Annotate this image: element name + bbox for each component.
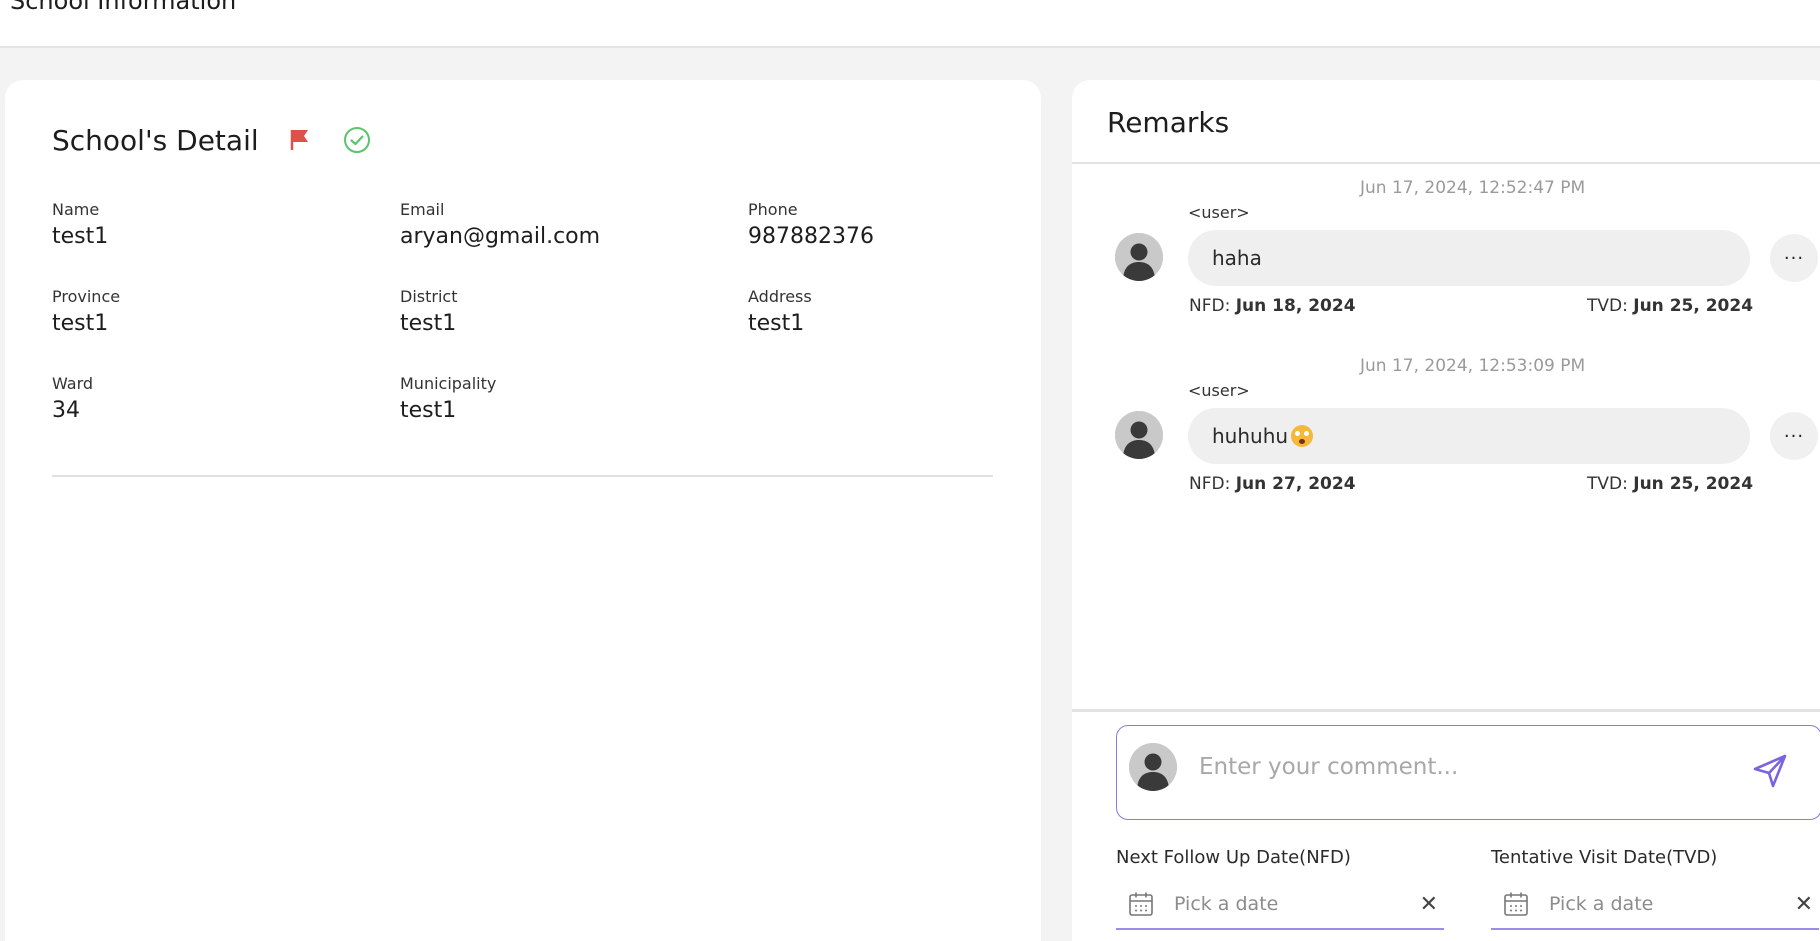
nfd-date-placeholder: Pick a date xyxy=(1174,893,1279,915)
field-label: Phone xyxy=(748,200,798,219)
comment-divider xyxy=(1072,709,1820,712)
tvd-label: TVD: xyxy=(1587,474,1628,494)
field-value: test1 xyxy=(52,311,109,336)
remark-timestamp: Jun 17, 2024, 12:53:09 PM xyxy=(1360,356,1586,376)
school-detail-title: School's Detail xyxy=(52,123,259,157)
field-district: District test1 xyxy=(400,287,457,339)
field-label: Municipality xyxy=(400,374,497,393)
avatar xyxy=(1115,411,1163,459)
remark-item: Jun 17, 2024, 12:52:47 PM <user> haha ··… xyxy=(1072,178,1820,338)
nfd-date-picker[interactable]: Pick a date ✕ xyxy=(1116,880,1444,930)
field-municipality: Municipality test1 xyxy=(400,374,496,426)
remarks-title: Remarks xyxy=(1107,106,1230,139)
field-value: test1 xyxy=(400,398,457,423)
avatar xyxy=(1129,743,1177,791)
avatar xyxy=(1115,233,1163,281)
tvd-value: Jun 25, 2024 xyxy=(1633,296,1754,316)
field-value: 987882376 xyxy=(748,224,874,249)
field-label: Ward xyxy=(52,374,94,393)
flushed-face-emoji-icon xyxy=(1291,425,1314,447)
clear-icon[interactable]: ✕ xyxy=(1795,892,1813,917)
field-value: test1 xyxy=(400,311,457,336)
remark-bubble: huhuhu xyxy=(1188,408,1750,464)
field-province: Province test1 xyxy=(52,287,120,339)
field-label: Address xyxy=(748,287,812,306)
field-name: Name test1 xyxy=(52,200,108,252)
remark-text: haha xyxy=(1212,246,1262,270)
nfd-value: Jun 18, 2024 xyxy=(1235,296,1356,316)
section-divider xyxy=(52,475,993,477)
field-phone: Phone 987882376 xyxy=(748,200,874,252)
field-address: Address test1 xyxy=(748,287,812,339)
field-value: test1 xyxy=(52,224,109,249)
field-label: District xyxy=(400,287,458,306)
school-detail-card: School's Detail Name test1 Email aryan@g… xyxy=(5,80,1041,941)
field-value: test1 xyxy=(748,311,805,336)
nfd-field-label: Next Follow Up Date(NFD) xyxy=(1116,847,1351,868)
remark-timestamp: Jun 17, 2024, 12:52:47 PM xyxy=(1360,178,1586,198)
remark-tvd: TVD: Jun 25, 2024 xyxy=(1587,296,1753,316)
remark-more-button[interactable]: ··· xyxy=(1770,412,1818,460)
tvd-label: TVD: xyxy=(1587,296,1628,316)
remark-tvd: TVD: Jun 25, 2024 xyxy=(1587,474,1753,494)
remark-bubble: haha xyxy=(1188,230,1750,286)
comment-box xyxy=(1116,725,1820,820)
field-value: aryan@gmail.com xyxy=(400,224,601,249)
remarks-divider xyxy=(1072,162,1820,164)
tvd-field-label: Tentative Visit Date(TVD) xyxy=(1491,847,1718,868)
comment-input[interactable] xyxy=(1199,748,1739,786)
page-title: School Information xyxy=(10,0,237,15)
clear-icon[interactable]: ✕ xyxy=(1420,892,1438,917)
field-email: Email aryan@gmail.com xyxy=(400,200,600,252)
remarks-card: Remarks Jun 17, 2024, 12:52:47 PM <user>… xyxy=(1072,80,1820,941)
field-label: Name xyxy=(52,200,100,219)
nfd-label: NFD: xyxy=(1189,296,1231,316)
nfd-label: NFD: xyxy=(1189,474,1231,494)
tvd-value: Jun 25, 2024 xyxy=(1633,474,1754,494)
field-label: Province xyxy=(52,287,121,306)
remark-item: Jun 17, 2024, 12:53:09 PM <user> huhuhu … xyxy=(1072,356,1820,516)
remark-text: huhuhu xyxy=(1212,424,1289,448)
calendar-icon xyxy=(1128,891,1154,917)
remark-user: <user> xyxy=(1188,381,1250,400)
remark-nfd: NFD: Jun 18, 2024 xyxy=(1189,296,1356,316)
flag-icon[interactable] xyxy=(289,128,311,152)
remark-user: <user> xyxy=(1188,203,1250,222)
verified-check-icon[interactable] xyxy=(343,126,371,154)
tvd-date-picker[interactable]: Pick a date ✕ xyxy=(1491,880,1819,930)
remark-more-button[interactable]: ··· xyxy=(1770,234,1818,282)
send-icon[interactable] xyxy=(1751,752,1789,790)
school-detail-header: School's Detail xyxy=(52,120,371,160)
field-ward: Ward 34 xyxy=(52,374,93,426)
tvd-date-placeholder: Pick a date xyxy=(1549,893,1654,915)
calendar-icon xyxy=(1503,891,1529,917)
field-value: 34 xyxy=(52,398,80,423)
remark-nfd: NFD: Jun 27, 2024 xyxy=(1189,474,1356,494)
page-header: School Information xyxy=(0,0,1820,48)
field-label: Email xyxy=(400,200,445,219)
nfd-value: Jun 27, 2024 xyxy=(1235,474,1356,494)
